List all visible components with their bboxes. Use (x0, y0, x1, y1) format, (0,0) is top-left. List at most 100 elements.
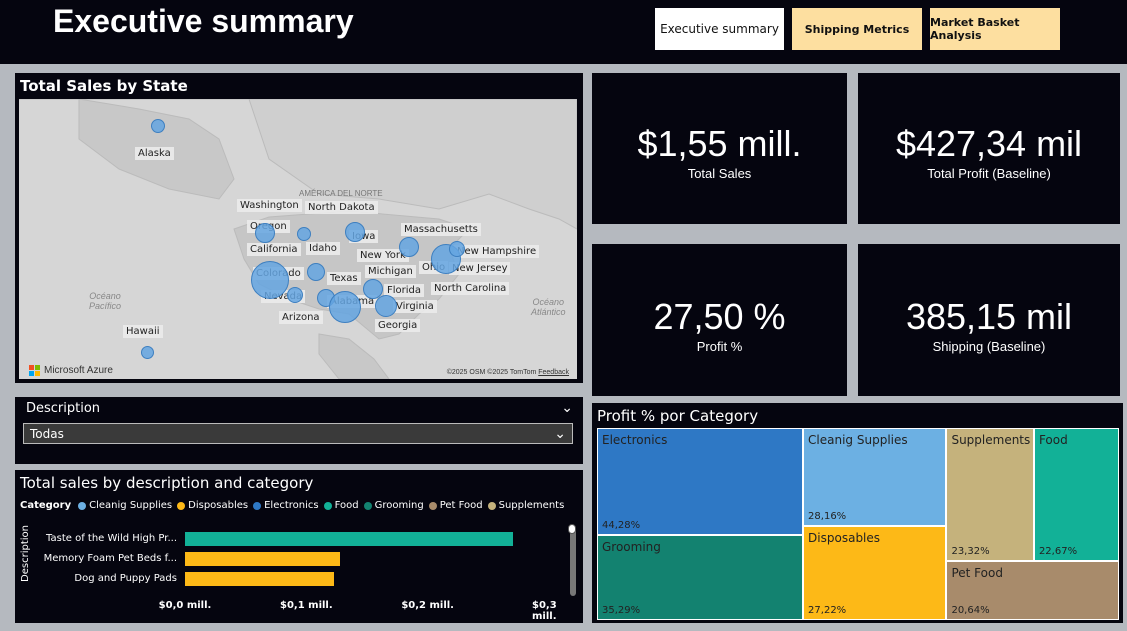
kpi-shipping-card: 385,15 mil Shipping (Baseline) (858, 244, 1120, 396)
legend-item-disposables[interactable]: Disposables (177, 500, 248, 511)
treemap-cell-electronics[interactable]: Electronics 44,28% (597, 428, 804, 535)
legend-dot-icon (253, 501, 262, 510)
nav-market-basket-button[interactable]: Market Basket Analysis (930, 8, 1060, 50)
map-label-hawaii: Hawaii (123, 325, 163, 338)
kpi-profit-pct-value: 27,50 % (653, 296, 786, 337)
kpi-total-profit-value: $427,34 mil (895, 123, 1083, 164)
description-dropdown-value: Todas (30, 426, 64, 441)
legend-dot-icon (323, 501, 332, 510)
map-bubble-hawaii[interactable] (141, 346, 154, 359)
bar-category-label: Memory Foam Pet Beds f... (43, 553, 177, 564)
map-label-texas: Texas (327, 272, 361, 285)
bar-category-label: Dog and Puppy Pads (74, 573, 177, 584)
legend-label: Electronics (264, 500, 319, 511)
x-tick-label: $0,2 mill. (401, 600, 454, 611)
treemap-cell-name: Supplements (951, 433, 1031, 447)
map-bubble-nevada[interactable] (287, 287, 303, 303)
sales-map[interactable]: Alaska Hawaii Washington North Dakota Or… (19, 99, 577, 379)
bar-chart-ylabel: Description (19, 525, 31, 582)
legend-label: Grooming (374, 500, 424, 511)
legend-label: Supplements (498, 500, 565, 511)
map-label-new-hampshire: New Hampshire (454, 245, 540, 258)
bar-chart-scroll-thumb[interactable] (568, 524, 576, 534)
kpi-total-sales-value: $1,55 mill. (637, 123, 802, 164)
bar-category-label: Taste of the Wild High Pr... (46, 533, 177, 544)
map-bubble-georgia[interactable] (329, 291, 361, 323)
map-bubble-colorado[interactable] (251, 261, 289, 299)
map-bubble-massachusetts[interactable] (449, 241, 465, 257)
map-bubble-texas[interactable] (307, 263, 325, 281)
bar-0[interactable] (185, 532, 513, 546)
legend-label: Food (334, 500, 359, 511)
map-credits: ©2025 OSM ©2025 TomTom Feedback (447, 369, 569, 376)
legend-item-pet-food[interactable]: Pet Food (428, 500, 483, 511)
profit-treemap: Electronics 44,28% Grooming 35,29% Cleanig S… (597, 428, 1119, 620)
microsoft-logo-icon (29, 365, 40, 376)
bar-2[interactable] (185, 572, 335, 586)
map-ocean-atlantic: Océano Atlántico (531, 297, 566, 317)
treemap-panel: Profit % por Category Electronics 44,28% G… (592, 403, 1123, 623)
treemap-cell-name: Food (1038, 433, 1068, 447)
legend-item-supplements[interactable]: Supplements (487, 500, 565, 511)
treemap-cell-name: Grooming (602, 539, 661, 554)
map-brand-text: Microsoft Azure (44, 365, 113, 376)
treemap-cell-name: Electronics (602, 433, 668, 447)
description-slicer: Description ⌄ Todas ⌄ (15, 397, 583, 464)
kpi-shipping-label: Shipping (Baseline) (932, 339, 1046, 354)
kpi-profit-pct-label: Profit % (696, 339, 743, 354)
treemap-cell-value: 35,29% (602, 604, 641, 616)
map-ocean-pacific: Océano Pacífico (89, 291, 122, 311)
treemap-cell-grooming[interactable]: Grooming 35,29% (597, 534, 804, 620)
kpi-shipping-value: 385,15 mil (905, 296, 1073, 337)
map-region-label: AMÉRICA DEL NORTE (299, 189, 383, 198)
bar-1[interactable] (185, 552, 341, 566)
map-bubble-alaska[interactable] (151, 119, 165, 133)
treemap-cell-value: 23,32% (951, 545, 990, 557)
map-bubble-new-york[interactable] (399, 237, 419, 257)
map-bubble-idaho[interactable] (297, 227, 311, 241)
chevron-down-icon: ⌄ (554, 425, 566, 442)
treemap-cell-name: Disposables (808, 530, 881, 545)
map-bubble-virginia[interactable] (375, 295, 397, 317)
map-credit-tomtom: ©2025 TomTom (487, 369, 537, 376)
treemap-cell-pet-food[interactable]: Pet Food 20,64% (946, 560, 1119, 620)
x-tick-label: $0,1 mill. (280, 600, 333, 611)
map-label-north-carolina: North Carolina (431, 282, 510, 295)
treemap-cell-value: 44,28% (602, 519, 641, 531)
map-label-virginia: Virginia (393, 300, 437, 313)
treemap-title: Profit % por Category (597, 407, 759, 425)
treemap-cell-supplements[interactable]: Supplements 23,32% (946, 428, 1034, 561)
page-title: Executive summary (53, 3, 354, 39)
legend-dot-icon (78, 501, 87, 510)
map-label-arizona: Arizona (279, 311, 323, 324)
legend-item-grooming[interactable]: Grooming (363, 500, 424, 511)
treemap-cell-value: 27,22% (808, 604, 847, 616)
map-land-svg (19, 99, 577, 379)
map-bubble-iowa[interactable] (345, 222, 365, 242)
legend-item-cleanig-supplies[interactable]: Cleanig Supplies (78, 500, 172, 511)
map-feedback-link[interactable]: Feedback (538, 369, 569, 376)
legend-dot-icon (428, 501, 437, 510)
legend-item-food[interactable]: Food (323, 500, 359, 511)
treemap-cell-food[interactable]: Food 22,67% (1033, 428, 1119, 561)
kpi-profit-pct-card: 27,50 % Profit % (592, 244, 847, 396)
map-credit-osm: ©2025 OSM (446, 369, 486, 376)
treemap-cell-cleanig-supplies[interactable]: Cleanig Supplies 28,16% (803, 428, 947, 526)
treemap-cell-value: 22,67% (1038, 545, 1078, 557)
nav-executive-summary-button[interactable]: Executive summary (655, 8, 784, 50)
description-dropdown[interactable]: Todas ⌄ (23, 423, 573, 444)
kpi-total-sales-label: Total Sales (687, 166, 752, 181)
kpi-total-profit-card: $427,34 mil Total Profit (Baseline) (858, 73, 1120, 224)
nav-shipping-metrics-button[interactable]: Shipping Metrics (792, 8, 922, 50)
map-bubble-oregon[interactable] (255, 223, 275, 243)
map-label-georgia: Georgia (375, 319, 421, 332)
x-tick-label: $0,3 mill. (532, 600, 557, 622)
bar-chart-legend: Category Cleanig Supplies Disposables Elec… (20, 500, 564, 511)
legend-label: Disposables (188, 500, 249, 511)
legend-item-electronics[interactable]: Electronics (253, 500, 319, 511)
treemap-cell-disposables[interactable]: Disposables 27,22% (803, 525, 947, 620)
slicer-collapse-chevron-icon[interactable]: ⌄ (561, 399, 573, 416)
bar-chart-scrollbar[interactable] (570, 526, 576, 596)
map-label-washington: Washington (237, 199, 302, 212)
map-title: Total Sales by State (20, 77, 188, 95)
